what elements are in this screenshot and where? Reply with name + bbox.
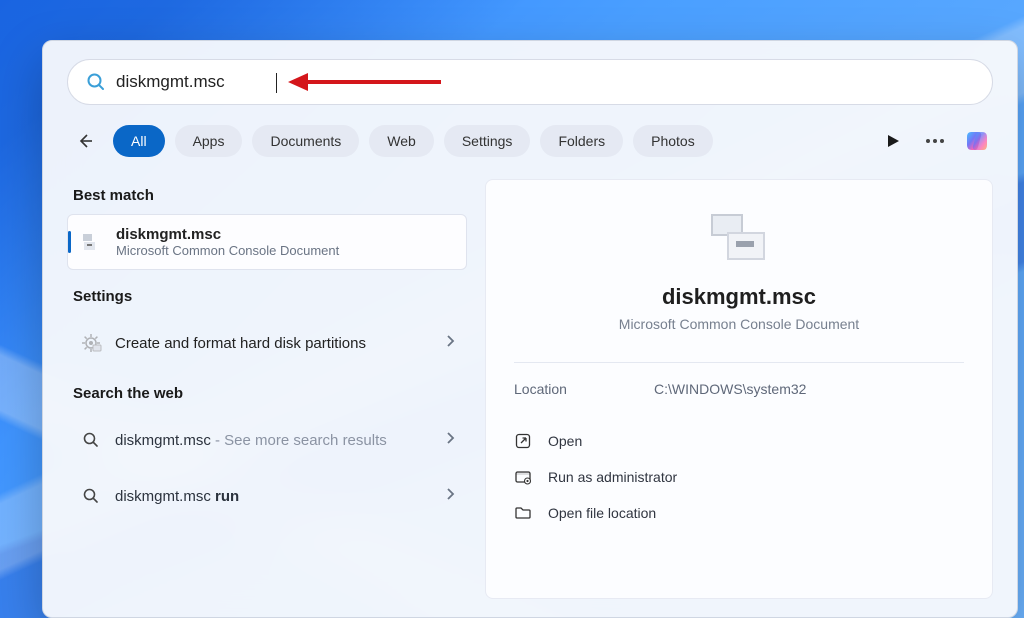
open-icon: [514, 432, 532, 450]
search-input[interactable]: [116, 72, 974, 92]
chevron-right-icon: [445, 334, 455, 353]
play-button[interactable]: [877, 125, 909, 157]
back-button[interactable]: [67, 123, 103, 159]
search-icon: [79, 484, 103, 508]
copilot-button[interactable]: [961, 125, 993, 157]
search-icon: [86, 72, 106, 92]
result-subtitle: Microsoft Common Console Document: [116, 243, 454, 258]
tab-all[interactable]: All: [113, 125, 165, 157]
action-label: Run as administrator: [548, 469, 677, 485]
folder-icon: [514, 504, 532, 522]
search-web-heading: Search the web: [73, 385, 461, 402]
tab-photos[interactable]: Photos: [633, 125, 713, 157]
action-label: Open: [548, 433, 582, 449]
arrow-left-icon: [76, 132, 94, 150]
filter-tab-row: All Apps Documents Web Settings Folders …: [67, 123, 993, 159]
web-result-title: diskmgmt.msc run: [115, 488, 433, 505]
ellipsis-icon: [926, 139, 944, 143]
more-button[interactable]: [919, 125, 951, 157]
gear-icon: [79, 331, 103, 355]
search-bar: [67, 59, 993, 105]
play-icon: [886, 134, 900, 148]
settings-heading: Settings: [73, 288, 461, 305]
preview-file-icon: [514, 208, 964, 268]
tab-web[interactable]: Web: [369, 125, 434, 157]
action-run-admin[interactable]: Run as administrator: [514, 459, 964, 495]
settings-result-title: Create and format hard disk partitions: [115, 335, 433, 352]
action-label: Open file location: [548, 505, 656, 521]
divider: [514, 362, 964, 363]
msc-file-icon: [80, 230, 104, 254]
tab-folders[interactable]: Folders: [540, 125, 623, 157]
location-label: Location: [514, 381, 654, 397]
best-match-heading: Best match: [73, 187, 461, 204]
result-title: diskmgmt.msc: [116, 226, 454, 243]
chevron-right-icon: [445, 431, 455, 450]
tab-apps[interactable]: Apps: [175, 125, 243, 157]
preview-type: Microsoft Common Console Document: [514, 316, 964, 332]
web-result-2[interactable]: diskmgmt.msc run: [67, 468, 467, 524]
shield-icon: [514, 468, 532, 486]
tab-settings[interactable]: Settings: [444, 125, 531, 157]
settings-result[interactable]: Create and format hard disk partitions: [67, 315, 467, 371]
copilot-icon: [964, 128, 990, 154]
search-icon: [79, 428, 103, 452]
web-result-1[interactable]: diskmgmt.msc - See more search results: [67, 412, 467, 468]
text-cursor: [276, 73, 277, 93]
tab-documents[interactable]: Documents: [252, 125, 359, 157]
best-match-result[interactable]: diskmgmt.msc Microsoft Common Console Do…: [67, 214, 467, 270]
chevron-right-icon: [445, 487, 455, 506]
preview-pane: diskmgmt.msc Microsoft Common Console Do…: [485, 179, 993, 599]
search-panel: All Apps Documents Web Settings Folders …: [42, 40, 1018, 618]
action-open-location[interactable]: Open file location: [514, 495, 964, 531]
location-value: C:\WINDOWS\system32: [654, 381, 806, 397]
web-result-title: diskmgmt.msc - See more search results: [115, 432, 433, 449]
action-open[interactable]: Open: [514, 423, 964, 459]
preview-title: diskmgmt.msc: [514, 284, 964, 310]
